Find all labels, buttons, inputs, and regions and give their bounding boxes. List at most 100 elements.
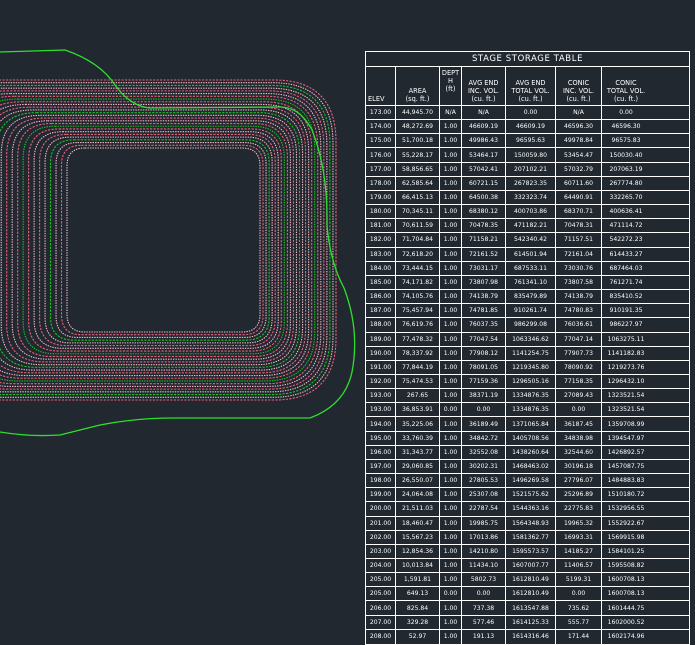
table-cell: 204.00 xyxy=(366,559,396,573)
table-cell: 1.00 xyxy=(440,275,462,290)
table-cell: 542340.42 xyxy=(506,233,556,247)
table-cell: 1,591.81 xyxy=(396,573,440,587)
table-cell: 1.00 xyxy=(440,459,462,474)
table-cell: 73807.58 xyxy=(556,275,602,290)
table-cell: 1.00 xyxy=(440,332,462,346)
table-cell: 14185.27 xyxy=(556,544,602,558)
table-cell: 1426892.57 xyxy=(607,448,645,456)
table-row: 204.00 10,013.84 1.00 11434.10 1607007.77 114… xyxy=(366,559,689,574)
table-cell: 332323.74 xyxy=(506,190,556,205)
table-cell: 10,013.84 xyxy=(396,559,440,573)
table-row: 192.00 75,474.53 1.00 77159.36 1296505.16 771… xyxy=(366,374,689,390)
table-cell: 1.00 xyxy=(440,573,462,587)
table-row: 180.00 70,345.11 1.00 68380.12 400703.86 6837… xyxy=(366,205,689,220)
table-cell: 1.00 xyxy=(440,488,462,502)
table-cell: 1394547.97 xyxy=(607,434,645,442)
table-cell: 1496269.58 xyxy=(506,474,556,488)
table-cell: 190.00 xyxy=(366,346,396,360)
table-cell: 1.00 xyxy=(440,346,462,360)
table-cell: 1141254.75 xyxy=(506,346,556,360)
table-cell: 150030.40 xyxy=(609,151,643,159)
table-cell: 71157.51 xyxy=(556,233,602,247)
table-cell: 0.00 xyxy=(506,106,556,120)
table-cell: 1.00 xyxy=(440,629,462,644)
drawing-canvas[interactable] xyxy=(0,0,360,553)
table-cell: 1.00 xyxy=(440,162,462,176)
table-cell: 1613547.88 xyxy=(506,601,556,615)
table-cell: 1521575.62 xyxy=(506,488,556,502)
table-cell: 27089.43 xyxy=(556,389,602,403)
table-cell: 31,343.77 xyxy=(396,445,440,459)
table-cell: 1.00 xyxy=(440,304,462,318)
table-cell: 171.44 xyxy=(556,629,602,644)
header-cell: CONIC INC. VOL. (cu. ft.) xyxy=(556,67,602,105)
table-cell: 34842.72 xyxy=(462,431,506,445)
table-row: 196.00 31,343.77 1.00 32552.08 1438260.64 325… xyxy=(366,445,689,460)
table-cell: 187.00 xyxy=(366,304,396,318)
table-cell: 60721.15 xyxy=(462,176,506,190)
table-cell: 15,567.23 xyxy=(396,530,440,544)
table-cell: 22787.54 xyxy=(462,502,506,516)
table-cell: 1063275.11 xyxy=(607,335,645,343)
contour-line xyxy=(11,120,291,360)
table-row: 177.00 58,856.65 1.00 57042.41 207102.21 5703… xyxy=(366,162,689,177)
table-cell: 24,064.08 xyxy=(396,488,440,502)
table-cell: 1612810.49 xyxy=(506,587,556,601)
table-cell: 70,611.59 xyxy=(396,219,440,233)
header-text: DEPT xyxy=(441,69,460,77)
table-row: 190.00 78,337.92 1.00 77908.12 1141254.75 779… xyxy=(366,346,689,361)
table-row: 203.00 12,854.36 1.00 14210.80 1595573.57 141… xyxy=(366,544,689,559)
header-text: INC. VOL. xyxy=(467,87,500,95)
table-cell: 25307.08 xyxy=(462,488,506,502)
table-cell: 77047.54 xyxy=(462,332,506,346)
table-cell: 26,550.07 xyxy=(396,474,440,488)
table-cell: 197.00 xyxy=(366,459,396,474)
table-cell: 1.00 xyxy=(440,247,462,261)
table-cell: 176.00 xyxy=(366,148,396,162)
table-cell: 761271.74 xyxy=(609,278,643,286)
table-cell: 1.00 xyxy=(440,374,462,389)
table-cell: 614501.94 xyxy=(506,247,556,261)
header-text: (cu. ft.) xyxy=(566,95,591,103)
table-cell: 195.00 xyxy=(366,431,396,445)
table-cell: 203.00 xyxy=(366,544,396,558)
table-cell: 96595.63 xyxy=(506,134,556,148)
header-cell: CONIC TOTAL VOL. (cu. ft.) xyxy=(602,67,650,105)
table-cell: 36,853.91 xyxy=(396,403,440,417)
table-cell: 205.00 xyxy=(366,587,396,601)
table-cell: 46596.30 xyxy=(611,123,641,131)
table-row: 178.00 62,585.64 1.00 60721.15 267823.35 6071… xyxy=(366,176,689,191)
table-cell: 329.28 xyxy=(396,615,440,629)
table-cell: 70,345.11 xyxy=(396,205,440,219)
table-cell: 18,460.47 xyxy=(396,516,440,530)
contour-line xyxy=(50,139,270,341)
table-cell: 58,856.65 xyxy=(396,162,440,176)
contour-line xyxy=(0,98,316,382)
contour-line xyxy=(17,122,288,358)
table-row: 188.00 76,619.76 1.00 76037.35 986299.08 7603… xyxy=(366,318,689,333)
table-cell: 687464.03 xyxy=(609,264,643,272)
header-text: (sq. ft.) xyxy=(405,95,430,103)
table-cell: 73030.76 xyxy=(556,261,602,275)
table-cell: 400703.86 xyxy=(506,205,556,219)
table-cell: 55,228.17 xyxy=(396,148,440,162)
table-cell: 44,945.70 xyxy=(396,106,440,120)
table-cell: 17013.86 xyxy=(462,530,506,544)
table-cell: 1614125.33 xyxy=(506,615,556,629)
table-cell: 207102.21 xyxy=(506,162,556,176)
table-row: 205.00 649.13 0.00 0.00 1612810.49 0.00 160070… xyxy=(366,587,689,602)
table-cell: 201.00 xyxy=(366,516,396,530)
table-row: 182.00 71,704.84 1.00 71158.21 542340.42 7115… xyxy=(366,233,689,248)
table-cell: 77159.36 xyxy=(462,374,506,389)
table-cell: 36189.49 xyxy=(462,417,506,431)
stage-storage-table: STAGE STORAGE TABLE ELEV AREA (sq. ft.) DEP… xyxy=(365,51,690,645)
table-cell: 188.00 xyxy=(366,318,396,332)
table-cell: 30202.31 xyxy=(462,459,506,474)
table-cell: 1141182.83 xyxy=(607,349,645,357)
table-cell: 11434.10 xyxy=(462,559,506,573)
contour-line xyxy=(33,131,279,349)
table-cell: 1612810.49 xyxy=(506,573,556,587)
header-text: INC. VOL. xyxy=(562,87,595,95)
table-cell: 12,854.36 xyxy=(396,544,440,558)
contour-line xyxy=(0,101,313,379)
